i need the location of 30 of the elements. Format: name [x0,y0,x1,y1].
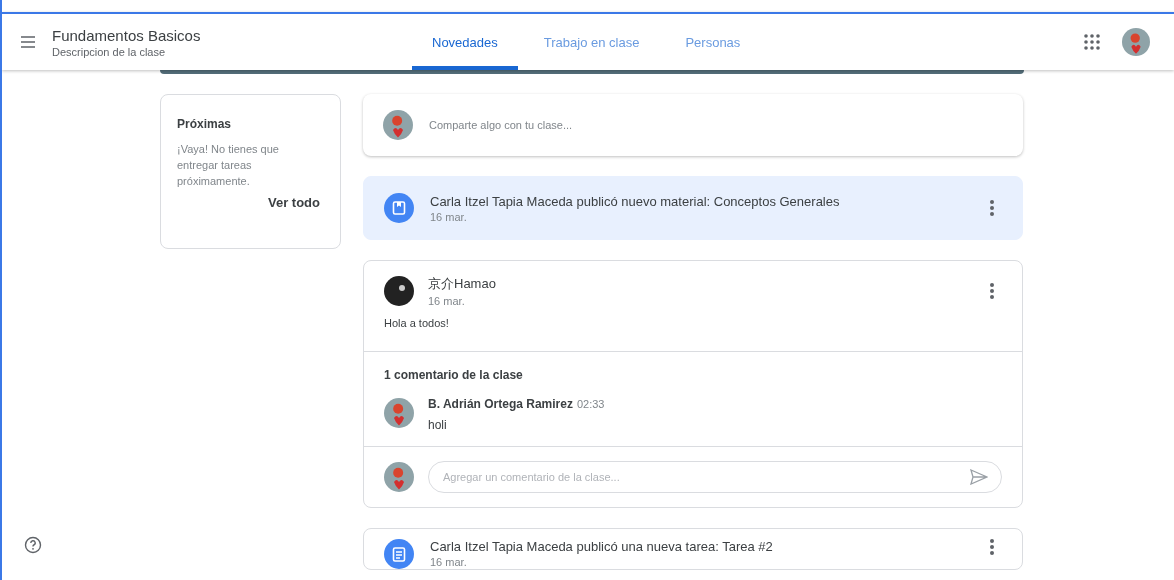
share-field[interactable]: Comparte algo con tu clase... [427,118,1003,132]
comment-field[interactable]: Agregar un comentario de la clase... [428,461,1002,493]
post-date: 16 mar. [430,210,468,223]
class-description: Descripcion de la clase [52,45,167,58]
post-title: Carla Itzel Tapia Maceda publicó una nueva tarea: Tarea #2 [430,539,774,554]
avatar [384,462,414,492]
avatar [383,110,413,140]
class-title[interactable]: Fundamentos Basicos [52,26,392,44]
material-icon [384,193,414,223]
author-name: 京介Hamao [428,275,497,293]
avatar [384,398,414,428]
avatar [1122,28,1150,56]
help-icon[interactable] [24,536,42,554]
assignment-icon [384,539,414,569]
comment-time: 02:33 [576,398,605,410]
post-text: Hola a todos! [383,316,450,331]
post-title: Carla Itzel Tapia Maceda publicó nuevo material: Conceptos Generales [430,193,841,209]
upcoming-message: ¡Vaya! No tienes que entregar tareas próximamente. [177,142,280,189]
comments-heading[interactable]: 1 comentario de la clase [364,352,1022,394]
post-date: 16 mar. [430,556,468,568]
apps-grid-icon[interactable] [1084,34,1100,50]
view-all-link[interactable]: Ver todo [268,195,320,210]
avatar [384,276,414,306]
stream-item[interactable]: Carla Itzel Tapia Maceda publicó nuevo material: Conceptos Generales 16 mar. [363,176,1023,240]
send-icon[interactable] [970,469,988,485]
comment-author: B. Adrián Ortega Ramirez [428,397,573,411]
stream-item[interactable]: Carla Itzel Tapia Maceda publicó una nueva tarea: Tarea #2 16 mar. [363,528,1023,570]
comment-text: holi [428,418,448,432]
upcoming-title: Próximas [177,117,233,131]
post-date: 16 mar. [428,295,466,307]
